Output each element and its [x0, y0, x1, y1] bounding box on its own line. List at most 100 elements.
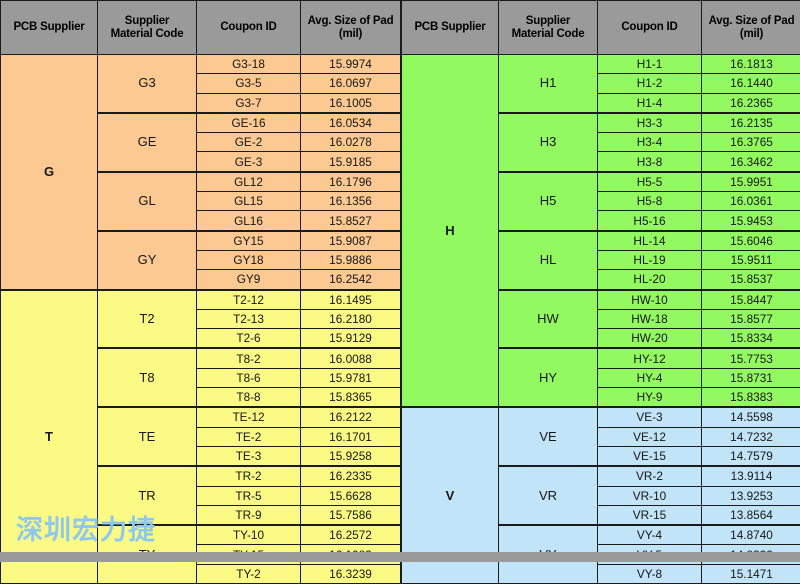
cell-coupon-id: H3-3: [598, 113, 702, 133]
cell-avg-size-of-pad: 16.1495: [301, 290, 401, 310]
cell-coupon-id: HY-4: [598, 368, 702, 387]
cell-material-code-VR: VR: [499, 466, 598, 525]
cell-coupon-id: HW-20: [598, 329, 702, 349]
cell-coupon-id: T8-6: [197, 368, 301, 387]
cell-material-code-G3: G3: [98, 55, 197, 113]
cell-coupon-id: TE-12: [197, 407, 301, 427]
bottom-band: [0, 552, 800, 562]
cell-pcb-supplier-T: T: [1, 290, 98, 584]
cell-avg-size-of-pad: 16.1813: [702, 55, 800, 74]
cell-material-code-VE: VE: [499, 407, 598, 466]
cell-coupon-id: VR-10: [598, 486, 702, 505]
header-material-code-line1: Supplier: [125, 15, 169, 27]
cell-material-code-H3: H3: [499, 113, 598, 172]
header-coupon-id: Coupon ID: [197, 1, 301, 55]
cell-coupon-id: GE-3: [197, 152, 301, 172]
cell-avg-size-of-pad: 16.2365: [702, 93, 800, 113]
cell-avg-size-of-pad: 15.9974: [301, 55, 401, 74]
cell-avg-size-of-pad: 15.7586: [301, 505, 401, 525]
cell-avg-size-of-pad: 15.6628: [301, 486, 401, 505]
cell-coupon-id: TR-9: [197, 505, 301, 525]
cell-coupon-id: H1-2: [598, 74, 702, 93]
header-avg-size-of-pad: Avg. Size of Pad (mil): [301, 1, 401, 55]
cell-avg-size-of-pad: 16.3462: [702, 152, 800, 172]
header-avg-pad-line1: Avg. Size of Pad: [709, 15, 795, 27]
cell-avg-size-of-pad: 15.9886: [301, 250, 401, 269]
cell-avg-size-of-pad: 15.9129: [301, 329, 401, 349]
left-table-header: PCB Supplier Supplier Material Code Coup…: [1, 1, 401, 55]
cell-coupon-id: G3-18: [197, 55, 301, 74]
cell-coupon-id: VE-12: [598, 427, 702, 446]
cell-avg-size-of-pad: 13.9253: [702, 486, 800, 505]
header-row: PCB Supplier Supplier Material Code Coup…: [1, 1, 401, 55]
cell-avg-size-of-pad: 16.0278: [301, 133, 401, 152]
cell-avg-size-of-pad: 15.9453: [702, 211, 800, 231]
header-material-code-line2: Material Code: [499, 28, 597, 41]
cell-coupon-id: H5-8: [598, 192, 702, 211]
cell-coupon-id: HW-18: [598, 309, 702, 328]
right-table: PCB Supplier Supplier Material Code Coup…: [401, 0, 800, 584]
cell-material-code-GE: GE: [98, 113, 197, 172]
cell-avg-size-of-pad: 14.8740: [702, 525, 800, 545]
cell-avg-size-of-pad: 15.9087: [301, 231, 401, 251]
cell-coupon-id: T2-12: [197, 290, 301, 310]
cell-coupon-id: VR-15: [598, 505, 702, 525]
header-supplier-material-code: Supplier Material Code: [98, 1, 197, 55]
left-table-body: GG3G3-1815.9974G3-516.0697G3-716.1005GEG…: [1, 55, 401, 584]
tables-container: PCB Supplier Supplier Material Code Coup…: [0, 0, 800, 584]
cell-coupon-id: GE-16: [197, 113, 301, 133]
cell-avg-size-of-pad: 16.2335: [301, 466, 401, 486]
cell-avg-size-of-pad: 15.8731: [702, 368, 800, 387]
cell-coupon-id: G3-5: [197, 74, 301, 93]
cell-pcb-supplier-G: G: [1, 55, 98, 290]
cell-coupon-id: T2-6: [197, 329, 301, 349]
cell-coupon-id: VR-2: [598, 466, 702, 486]
cell-avg-size-of-pad: 16.2542: [301, 270, 401, 290]
cell-material-code-TR: TR: [98, 466, 197, 525]
cell-coupon-id: HY-12: [598, 348, 702, 368]
cell-coupon-id: TY-10: [197, 525, 301, 545]
cell-avg-size-of-pad: 13.9114: [702, 466, 800, 486]
left-table: PCB Supplier Supplier Material Code Coup…: [0, 0, 401, 584]
cell-coupon-id: VE-3: [598, 407, 702, 427]
cell-avg-size-of-pad: 16.2180: [301, 309, 401, 328]
cell-avg-size-of-pad: 14.7579: [702, 446, 800, 466]
cell-coupon-id: GL12: [197, 172, 301, 192]
right-table-header: PCB Supplier Supplier Material Code Coup…: [402, 1, 800, 55]
cell-material-code-TE: TE: [98, 407, 197, 466]
cell-avg-size-of-pad: 15.9781: [301, 368, 401, 387]
cell-material-code-H5: H5: [499, 172, 598, 231]
cell-avg-size-of-pad: 16.0697: [301, 74, 401, 93]
cell-coupon-id: GY15: [197, 231, 301, 251]
cell-avg-size-of-pad: 15.9185: [301, 152, 401, 172]
cell-avg-size-of-pad: 16.3239: [301, 564, 401, 583]
cell-coupon-id: TE-3: [197, 446, 301, 466]
table-row: TT2T2-1216.1495: [1, 290, 401, 310]
cell-coupon-id: H1-4: [598, 93, 702, 113]
cell-avg-size-of-pad: 16.3765: [702, 133, 800, 152]
header-avg-pad-line2: (mil): [702, 28, 800, 41]
cell-avg-size-of-pad: 15.8365: [301, 388, 401, 408]
cell-avg-size-of-pad: 16.1701: [301, 427, 401, 446]
cell-coupon-id: H3-4: [598, 133, 702, 152]
cell-material-code-H1: H1: [499, 55, 598, 113]
header-supplier-material-code: Supplier Material Code: [499, 1, 598, 55]
page-root: PCB Supplier Supplier Material Code Coup…: [0, 0, 800, 562]
cell-avg-size-of-pad: 15.6046: [702, 231, 800, 251]
cell-avg-size-of-pad: 15.1471: [702, 564, 800, 583]
cell-avg-size-of-pad: 15.8383: [702, 388, 800, 408]
cell-avg-size-of-pad: 16.0088: [301, 348, 401, 368]
cell-avg-size-of-pad: 16.2122: [301, 407, 401, 427]
cell-avg-size-of-pad: 16.1356: [301, 192, 401, 211]
cell-avg-size-of-pad: 15.8527: [301, 211, 401, 231]
cell-coupon-id: GY9: [197, 270, 301, 290]
header-pcb-supplier: PCB Supplier: [402, 1, 499, 55]
cell-coupon-id: TR-2: [197, 466, 301, 486]
cell-avg-size-of-pad: 15.7753: [702, 348, 800, 368]
cell-coupon-id: TR-5: [197, 486, 301, 505]
cell-coupon-id: G3-7: [197, 93, 301, 113]
cell-coupon-id: H1-1: [598, 55, 702, 74]
cell-coupon-id: HL-19: [598, 250, 702, 269]
header-coupon-id: Coupon ID: [598, 1, 702, 55]
cell-coupon-id: T2-13: [197, 309, 301, 328]
